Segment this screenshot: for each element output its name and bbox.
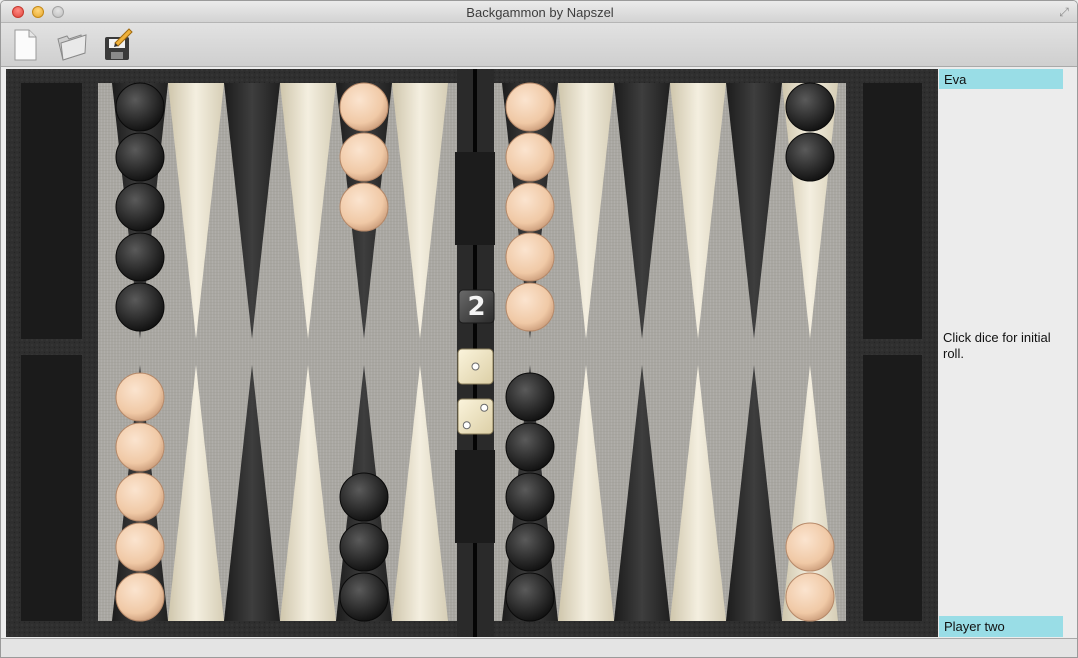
left-top-tray[interactable] xyxy=(21,83,82,339)
new-document-icon xyxy=(14,29,37,61)
dark-checker[interactable] xyxy=(115,82,165,132)
light-checker[interactable] xyxy=(505,232,555,282)
side-panel: Eva Click dice for initial roll. Player … xyxy=(938,69,1077,637)
open-game-button[interactable] xyxy=(55,27,89,63)
status-message: Click dice for initial roll. xyxy=(943,330,1051,361)
right-bottom-tray[interactable] xyxy=(863,355,922,621)
dark-checker[interactable] xyxy=(505,422,555,472)
dark-checker[interactable] xyxy=(115,232,165,282)
right-top-tray[interactable] xyxy=(863,83,922,339)
die-1[interactable] xyxy=(457,348,494,385)
dark-checker[interactable] xyxy=(785,82,835,132)
doubling-cube[interactable]: 2 xyxy=(458,289,495,324)
window-title: Backgammon by Napszel xyxy=(466,5,614,20)
open-folder-icon xyxy=(57,34,87,61)
die-pip xyxy=(480,403,489,412)
dark-checker[interactable] xyxy=(115,282,165,332)
light-checker[interactable] xyxy=(785,572,835,622)
light-checker[interactable] xyxy=(115,472,165,522)
board-canvas[interactable]: 2 xyxy=(6,69,938,637)
title-bar: Backgammon by Napszel ⤢ xyxy=(1,1,1077,23)
light-checker[interactable] xyxy=(339,82,389,132)
status-bar xyxy=(1,638,1077,657)
dark-checker[interactable] xyxy=(505,472,555,522)
bar-top-slot[interactable] xyxy=(455,152,495,245)
dark-checker[interactable] xyxy=(339,522,389,572)
light-checker[interactable] xyxy=(505,282,555,332)
die-2[interactable] xyxy=(457,398,494,435)
light-checker[interactable] xyxy=(115,372,165,422)
dark-checker[interactable] xyxy=(339,572,389,622)
backgammon-board[interactable]: 2 xyxy=(6,69,938,637)
dark-checker[interactable] xyxy=(785,132,835,182)
new-game-button[interactable] xyxy=(9,27,43,63)
doubling-cube-value: 2 xyxy=(467,292,485,322)
dark-checker[interactable] xyxy=(505,372,555,422)
light-checker[interactable] xyxy=(115,422,165,472)
dark-checker[interactable] xyxy=(115,132,165,182)
light-checker[interactable] xyxy=(505,82,555,132)
light-checker[interactable] xyxy=(115,522,165,572)
top-player-name: Eva xyxy=(939,69,1063,89)
light-checker[interactable] xyxy=(339,182,389,232)
left-bottom-tray[interactable] xyxy=(21,355,82,621)
dark-checker[interactable] xyxy=(339,472,389,522)
light-checker[interactable] xyxy=(115,572,165,622)
light-checker[interactable] xyxy=(785,522,835,572)
dark-checker[interactable] xyxy=(115,182,165,232)
bottom-player-name: Player two xyxy=(939,616,1063,637)
light-checker[interactable] xyxy=(339,132,389,182)
light-checker[interactable] xyxy=(505,132,555,182)
die-pip xyxy=(462,421,471,430)
dark-checker[interactable] xyxy=(505,572,555,622)
save-game-button[interactable] xyxy=(101,27,135,63)
save-disk-icon xyxy=(105,28,133,60)
fullscreen-icon[interactable]: ⤢ xyxy=(1057,5,1071,19)
dark-checker[interactable] xyxy=(505,522,555,572)
bar-bottom-slot[interactable] xyxy=(455,450,495,543)
app-window: Backgammon by Napszel ⤢ 2 Eva Click dice… xyxy=(0,0,1078,658)
light-checker[interactable] xyxy=(505,182,555,232)
die-pip xyxy=(471,362,480,371)
toolbar xyxy=(1,23,1077,67)
